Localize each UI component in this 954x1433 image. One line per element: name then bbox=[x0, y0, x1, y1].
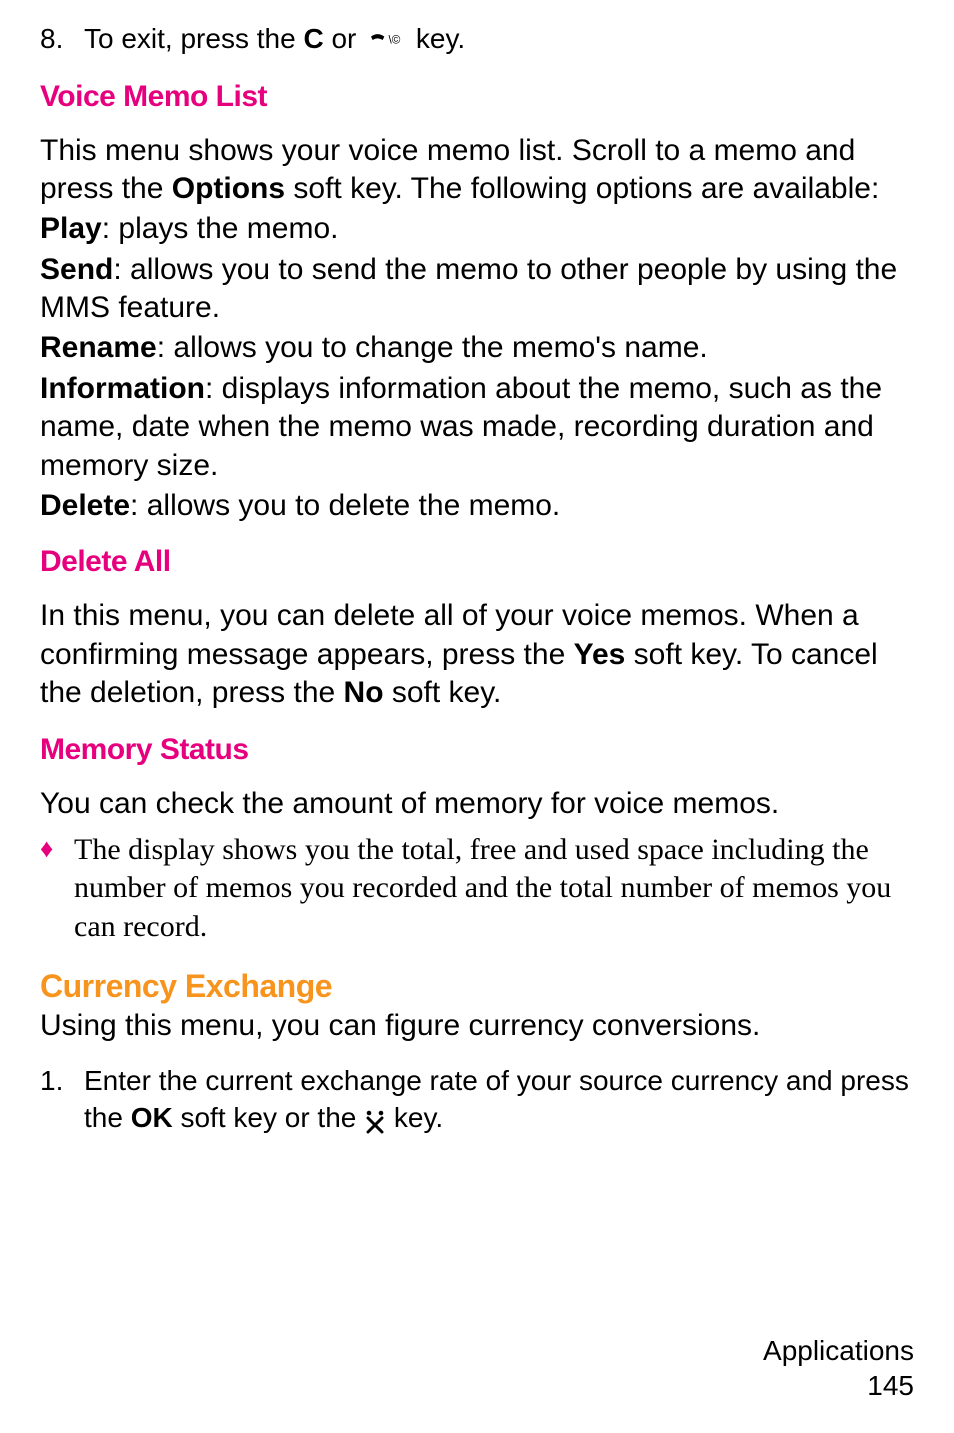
voice-memo-list-block: This menu shows your voice memo list. Sc… bbox=[40, 132, 914, 526]
voice-memo-list-intro: This menu shows your voice memo list. Sc… bbox=[40, 132, 914, 209]
vml-delete-label: Delete bbox=[40, 489, 130, 522]
da-yes: Yes bbox=[574, 638, 626, 671]
vml-delete: Delete: allows you to delete the memo. bbox=[40, 487, 914, 525]
diamond-icon: ♦ bbox=[40, 831, 74, 946]
vml-play-text: : plays the memo. bbox=[102, 212, 339, 245]
step-1-text-b: soft key or the bbox=[173, 1102, 364, 1133]
step-8-c-key: C bbox=[303, 23, 323, 54]
page-footer: Applications 145 bbox=[763, 1333, 914, 1403]
vml-delete-text: : allows you to delete the memo. bbox=[130, 489, 560, 522]
step-8-text-before: To exit, press the bbox=[84, 23, 303, 54]
memory-status-bullet: ♦ The display shows you the total, free … bbox=[40, 831, 914, 946]
step-8-body: To exit, press the C or \© key. bbox=[84, 20, 914, 60]
vml-rename: Rename: allows you to change the memo's … bbox=[40, 329, 914, 367]
step-8-number: 8. bbox=[40, 20, 84, 60]
step-8-text-after: key. bbox=[408, 23, 465, 54]
step-8-text-mid: or bbox=[324, 23, 364, 54]
vml-send: Send: allows you to send the memo to oth… bbox=[40, 251, 914, 328]
currency-intro: Using this menu, you can figure currency… bbox=[40, 1007, 914, 1045]
delete-all-block: In this menu, you can delete all of your… bbox=[40, 597, 914, 712]
vml-play-label: Play bbox=[40, 212, 102, 245]
heading-voice-memo-list: Voice Memo List bbox=[40, 80, 914, 114]
end-call-key-icon: \© bbox=[364, 22, 408, 60]
step-8: 8. To exit, press the C or \© key. bbox=[40, 20, 914, 60]
vml-info-label: Information bbox=[40, 372, 205, 405]
heading-delete-all: Delete All bbox=[40, 545, 914, 579]
memory-status-text: You can check the amount of memory for v… bbox=[40, 785, 914, 823]
footer-page-number: 145 bbox=[763, 1368, 914, 1403]
vml-information: Information: displays information about … bbox=[40, 370, 914, 485]
step-1-text-c: key. bbox=[386, 1102, 443, 1133]
vml-options-label: Options bbox=[172, 172, 285, 205]
vml-rename-text: : allows you to change the memo's name. bbox=[157, 331, 708, 364]
heading-currency-exchange: Currency Exchange bbox=[40, 968, 914, 1005]
step-1-number: 1. bbox=[40, 1062, 84, 1138]
vml-send-label: Send bbox=[40, 253, 113, 286]
delete-all-text: In this menu, you can delete all of your… bbox=[40, 597, 914, 712]
memory-status-bullet-text: The display shows you the total, free an… bbox=[74, 831, 914, 946]
da-no: No bbox=[344, 676, 384, 709]
step-1-ok: OK bbox=[131, 1102, 173, 1133]
svg-text:\©: \© bbox=[389, 33, 401, 46]
step-1: 1. Enter the current exchange rate of yo… bbox=[40, 1062, 914, 1138]
footer-section: Applications bbox=[763, 1333, 914, 1368]
da-text-c: soft key. bbox=[384, 676, 502, 709]
page: 8. To exit, press the C or \© key. Voice… bbox=[0, 0, 954, 1433]
ok-key-icon bbox=[364, 1107, 386, 1133]
step-1-body: Enter the current exchange rate of your … bbox=[84, 1062, 914, 1138]
heading-memory-status: Memory Status bbox=[40, 733, 914, 767]
vml-play: Play: plays the memo. bbox=[40, 210, 914, 248]
vml-rename-label: Rename bbox=[40, 331, 157, 364]
vml-send-text: : allows you to send the memo to other p… bbox=[40, 253, 897, 324]
vml-intro-b: soft key. The following options are avai… bbox=[285, 172, 879, 205]
